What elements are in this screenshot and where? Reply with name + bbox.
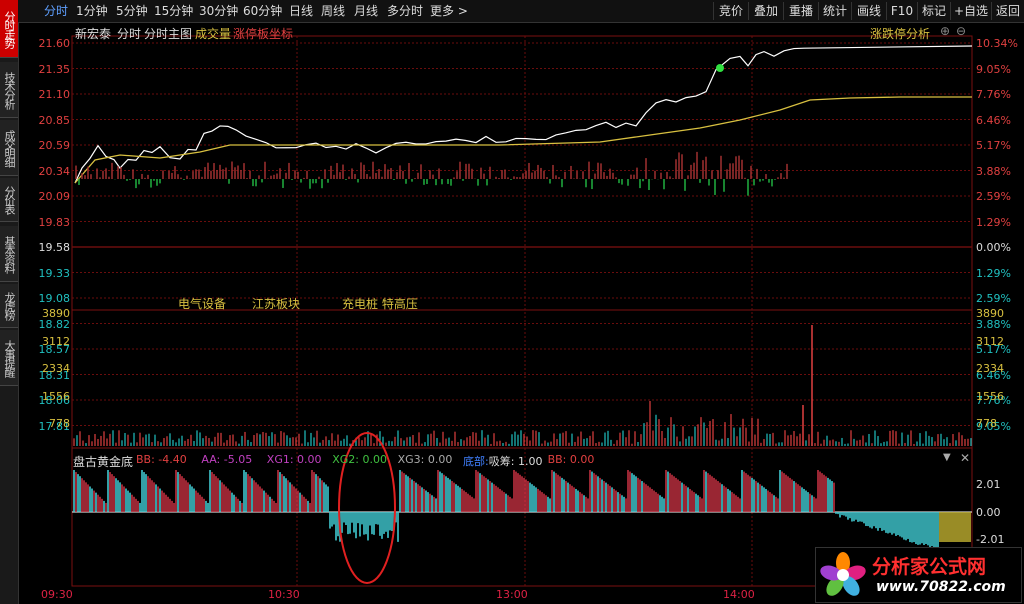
flower-icon bbox=[820, 552, 866, 596]
price-tick: 19.58 bbox=[38, 241, 71, 254]
region-tag[interactable]: 江苏板块 bbox=[252, 295, 300, 312]
indicator-name[interactable]: 盘古黄金底 bbox=[73, 453, 133, 470]
watermark-logo: 分析家公式网 www.70822.com bbox=[815, 547, 1022, 603]
collapse-icon[interactable]: ⊖ bbox=[956, 24, 966, 38]
indicator-param: BB: -4.40 bbox=[136, 453, 187, 466]
time-label: 14:00 bbox=[723, 588, 755, 601]
view-label: 分时 bbox=[117, 27, 142, 41]
volume-tick: 2334 bbox=[976, 362, 1004, 375]
limit-coord-label[interactable]: 涨停板坐标 bbox=[233, 25, 293, 42]
close-icon[interactable]: ✕ bbox=[960, 451, 970, 465]
brand-name: 分析家公式网 bbox=[872, 556, 987, 578]
price-tick: 20.34 bbox=[38, 164, 71, 178]
indicator-tick: 0.00 bbox=[976, 506, 1001, 519]
percent-tick: 1.29% bbox=[976, 215, 1011, 229]
price-line bbox=[74, 45, 973, 184]
percent-tick: 2.59% bbox=[976, 190, 1011, 203]
settings-icon[interactable]: ⊕ bbox=[940, 24, 950, 38]
main-chart-label[interactable]: 分时主图 bbox=[144, 25, 192, 42]
price-tick: 21.10 bbox=[38, 88, 71, 101]
price-tick: 21.35 bbox=[38, 62, 71, 76]
dropdown-icon[interactable]: ▼ bbox=[943, 452, 951, 463]
price-tick: 19.83 bbox=[38, 215, 71, 229]
sector-tag[interactable]: 电气设备 bbox=[178, 295, 226, 312]
limit-up-marker bbox=[716, 64, 724, 72]
indicator-param: 吸筹: 1.00 bbox=[488, 455, 543, 468]
percent-tick: 1.29% bbox=[976, 266, 1011, 280]
percent-tick: 5.17% bbox=[976, 139, 1011, 152]
stock-name: 新宏泰 bbox=[75, 27, 112, 41]
indicator-param: XG3: 0.00 bbox=[397, 453, 453, 466]
concept-tag[interactable]: 充电桩 特高压 bbox=[342, 295, 418, 312]
price-tick: 21.60 bbox=[38, 37, 71, 50]
volume-tick: 3112 bbox=[976, 335, 1004, 348]
indicator-param: AA: -5.05 bbox=[201, 453, 253, 466]
indicator-param: XG1: 0.00 bbox=[266, 453, 322, 466]
volume-tick: 778 bbox=[49, 417, 70, 430]
price-tick: 20.09 bbox=[38, 190, 71, 203]
volume-tick: 3890 bbox=[976, 307, 1004, 320]
brand-url: www.70822.com bbox=[876, 579, 1006, 595]
price-tick: 20.59 bbox=[38, 139, 71, 152]
chart-canvas[interactable] bbox=[0, 0, 1024, 604]
volume-tick: 778 bbox=[976, 417, 997, 430]
percent-tick: 7.76% bbox=[976, 88, 1011, 101]
indicator-tick: 2.01 bbox=[976, 478, 1001, 491]
time-label: 10:30 bbox=[268, 588, 300, 601]
volume-tick: 3890 bbox=[42, 307, 70, 320]
volume-tick: 1556 bbox=[976, 390, 1004, 403]
percent-tick: 2.59% bbox=[976, 292, 1011, 305]
indicator-param: 底部: bbox=[463, 455, 489, 468]
volume-tick: 3112 bbox=[42, 335, 70, 348]
time-label: 09:30 bbox=[41, 588, 73, 601]
time-label: 13:00 bbox=[496, 588, 528, 601]
limit-analysis-link[interactable]: 涨跌停分析 bbox=[870, 25, 930, 42]
percent-tick: 9.05% bbox=[976, 62, 1011, 76]
price-tick: 19.08 bbox=[38, 292, 71, 305]
volume-overlay-label[interactable]: 成交量 bbox=[195, 25, 231, 42]
volume-tick: 1556 bbox=[42, 390, 70, 403]
percent-tick: 10.34% bbox=[976, 37, 1018, 50]
indicator-param: XG2: 0.00 bbox=[332, 453, 387, 466]
volume-tick: 2334 bbox=[42, 362, 70, 375]
percent-tick: 6.46% bbox=[976, 113, 1011, 127]
percent-tick: 3.88% bbox=[976, 164, 1011, 178]
indicator-param: BB: 0.00 bbox=[547, 453, 595, 466]
price-tick: 19.33 bbox=[38, 266, 71, 280]
price-tick: 20.85 bbox=[38, 113, 71, 127]
indicator-tick: -2.01 bbox=[976, 533, 1005, 546]
percent-tick: 0.00% bbox=[976, 241, 1011, 254]
